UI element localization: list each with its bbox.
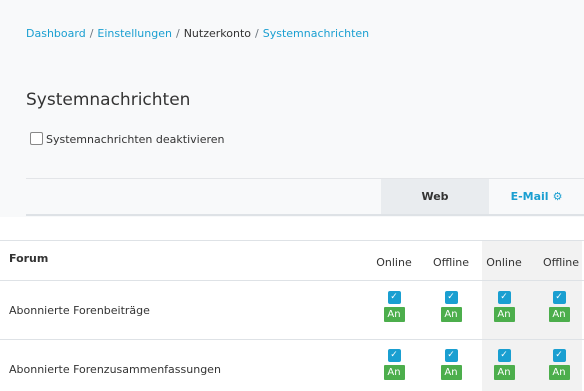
cell-email-online[interactable]: ✓ An xyxy=(493,349,515,380)
check-icon[interactable]: ✓ xyxy=(497,291,511,304)
check-icon[interactable]: ✓ xyxy=(497,349,511,362)
row-label-abonnierte-forenzusammenfassungen: Abonnierte Forenzusammenfassungen xyxy=(9,363,221,376)
tab-email-label: E-Mail xyxy=(510,190,549,203)
cell-email-offline[interactable]: ✓ An xyxy=(548,291,570,322)
cell-email-online[interactable]: ✓ An xyxy=(493,291,515,322)
row-label-abonnierte-forenbeitraege: Abonnierte Forenbeiträge xyxy=(9,304,150,317)
cell-web-offline[interactable]: ✓ An xyxy=(440,349,462,380)
status-badge: An xyxy=(383,307,405,322)
panel-bottom-rule xyxy=(26,214,584,216)
row-divider xyxy=(0,339,584,340)
check-icon[interactable]: ✓ xyxy=(444,349,458,362)
check-icon[interactable]: ✓ xyxy=(552,349,566,362)
breadcrumb: Dashboard / Einstellungen / Nutzerkonto / Syst… xyxy=(26,27,369,40)
table-header-forum: Forum xyxy=(9,252,49,265)
settings-header-panel: Dashboard / Einstellungen / Nutzerkonto / Syst… xyxy=(0,0,584,217)
breadcrumb-einstellungen[interactable]: Einstellungen xyxy=(97,27,172,40)
deactivate-checkbox[interactable] xyxy=(30,131,43,145)
cell-web-offline[interactable]: ✓ An xyxy=(440,291,462,322)
column-header-email-offline: Offline xyxy=(542,256,580,269)
breadcrumb-nutzerkonto: Nutzerkonto xyxy=(183,27,252,40)
row-divider xyxy=(0,280,584,281)
column-header-email-online: Online xyxy=(486,256,522,269)
cell-web-online[interactable]: ✓ An xyxy=(383,349,405,380)
status-badge: An xyxy=(548,307,570,322)
breadcrumb-systemnachrichten[interactable]: Systemnachrichten xyxy=(263,27,369,40)
page-title: Systemnachrichten xyxy=(26,90,191,110)
tab-email[interactable]: E-Mail ⚙ xyxy=(489,179,584,214)
breadcrumb-dashboard[interactable]: Dashboard xyxy=(26,27,86,40)
status-badge: An xyxy=(548,365,570,380)
gear-icon: ⚙ xyxy=(552,190,563,203)
check-icon[interactable]: ✓ xyxy=(552,291,566,304)
deactivate-label: Systemnachrichten deaktivieren xyxy=(46,133,225,146)
status-badge: An xyxy=(493,365,515,380)
breadcrumb-separator: / xyxy=(175,27,180,40)
deactivate-notifications-toggle[interactable]: Systemnachrichten deaktivieren xyxy=(30,131,225,146)
column-header-web-offline: Offline xyxy=(432,256,470,269)
cell-web-online[interactable]: ✓ An xyxy=(383,291,405,322)
table-top-rule xyxy=(0,240,584,241)
breadcrumb-separator: / xyxy=(89,27,94,40)
status-badge: An xyxy=(383,365,405,380)
tab-web[interactable]: Web xyxy=(381,179,489,214)
breadcrumb-separator: / xyxy=(255,27,259,40)
status-badge: An xyxy=(493,307,515,322)
column-header-web-online: Online xyxy=(376,256,412,269)
status-badge: An xyxy=(440,365,462,380)
check-icon[interactable]: ✓ xyxy=(444,291,458,304)
check-icon[interactable]: ✓ xyxy=(387,291,401,304)
check-icon[interactable]: ✓ xyxy=(387,349,401,362)
status-badge: An xyxy=(440,307,462,322)
cell-email-offline[interactable]: ✓ An xyxy=(548,349,570,380)
tab-web-label: Web xyxy=(421,190,449,203)
